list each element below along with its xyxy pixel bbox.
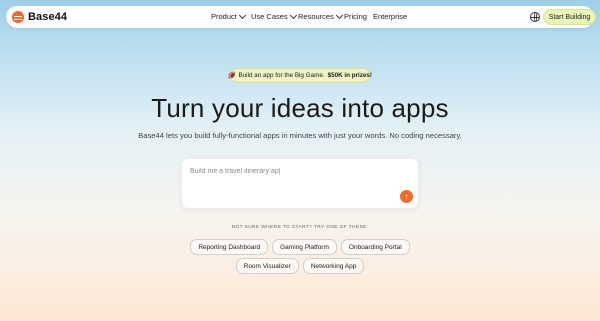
main-menu: Product Use Cases Resources Pricing Ente… xyxy=(211,11,407,21)
hero-subtitle: Base44 lets you build fully-functional a… xyxy=(138,131,462,140)
promo-text: Build an app for the Big Game. xyxy=(238,72,325,79)
suggestions-row-1: Reporting Dashboard Gaming Platform Onbo… xyxy=(0,239,600,255)
menu-item-enterprise[interactable]: Enterprise xyxy=(373,12,407,21)
chevron-down-icon xyxy=(335,11,343,20)
suggestions-row-2: Room Visualizer Networking App xyxy=(0,258,600,274)
menu-item-label: Pricing xyxy=(344,12,367,21)
top-navbar: Base44 Product Use Cases Resources Prici… xyxy=(6,6,596,28)
suggestion-chip-room-visualizer[interactable]: Room Visualizer xyxy=(235,258,299,274)
logo[interactable]: Base44 xyxy=(12,10,67,24)
menu-item-resources[interactable]: Resources xyxy=(298,11,344,21)
football-icon: 🏈 xyxy=(227,73,236,79)
start-building-button[interactable]: Start Building xyxy=(543,9,596,25)
suggestion-chip-reporting-dashboard[interactable]: Reporting Dashboard xyxy=(190,239,269,255)
base44-logo-icon xyxy=(12,11,24,23)
menu-item-label: Product xyxy=(211,12,237,21)
promo-highlight: $50K in prizes! xyxy=(327,72,373,79)
menu-item-label: Enterprise xyxy=(373,12,408,21)
suggestion-chip-gaming-platform[interactable]: Gaming Platform xyxy=(272,239,337,255)
menu-item-use-cases[interactable]: Use Cases xyxy=(251,11,298,21)
send-button[interactable]: ↑ xyxy=(400,190,413,203)
menu-item-label: Resources xyxy=(298,12,334,21)
menu-item-label: Use Cases xyxy=(251,12,288,21)
hero-title: Turn your ideas into apps xyxy=(151,93,449,123)
suggestions-label: NOT SURE WHERE TO START? TRY ONE OF THES… xyxy=(231,225,369,230)
logo-text: Base44 xyxy=(28,11,68,23)
chevron-down-icon xyxy=(238,11,246,20)
prompt-box: ↑ xyxy=(181,158,419,209)
suggestion-chip-networking-app[interactable]: Networking App xyxy=(302,258,365,274)
suggestion-chip-onboarding-portal[interactable]: Onboarding Portal xyxy=(340,239,410,255)
prompt-input[interactable] xyxy=(190,168,390,175)
arrow-up-icon: ↑ xyxy=(404,192,409,201)
menu-item-pricing[interactable]: Pricing xyxy=(344,12,373,21)
promo-banner[interactable]: 🏈 Build an app for the Big Game. $50K in… xyxy=(227,68,373,83)
chevron-down-icon xyxy=(289,11,297,20)
menu-item-product[interactable]: Product xyxy=(211,11,251,21)
globe-icon[interactable] xyxy=(530,12,540,22)
